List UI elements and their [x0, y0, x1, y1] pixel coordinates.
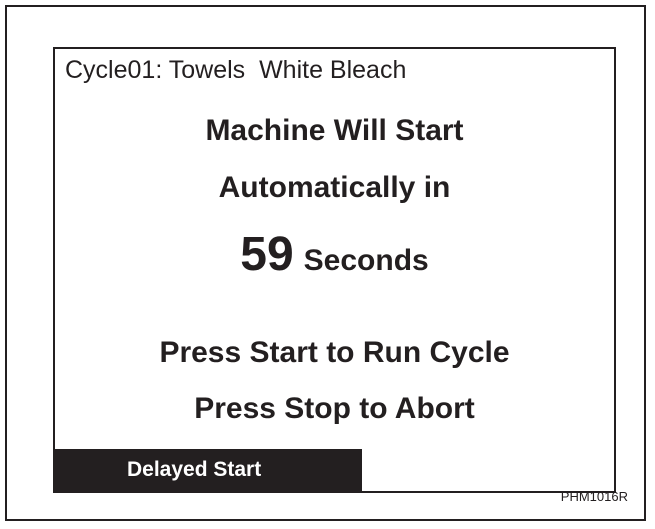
delayed-start-message-line-2: Automatically in	[218, 171, 451, 204]
figure-frame: Cycle01: Towels White Bleach Machine Wil…	[5, 5, 646, 521]
stop-instruction: Press Stop to Abort	[194, 392, 475, 425]
figure-id-label: PHM1016R	[560, 489, 628, 504]
countdown-unit: Seconds	[303, 244, 429, 277]
countdown-value: 59	[240, 228, 294, 281]
status-bar: Delayed Start	[55, 449, 362, 491]
countdown-display: 59 Seconds	[55, 227, 614, 289]
control-display-screen: Cycle01: Towels White Bleach Machine Wil…	[53, 47, 616, 493]
delayed-start-message-line-1: Machine Will Start	[205, 114, 464, 147]
start-instruction: Press Start to Run Cycle	[159, 336, 510, 369]
cycle-name-line: Cycle01: Towels White Bleach	[65, 56, 407, 84]
status-label: Delayed Start	[127, 458, 262, 481]
